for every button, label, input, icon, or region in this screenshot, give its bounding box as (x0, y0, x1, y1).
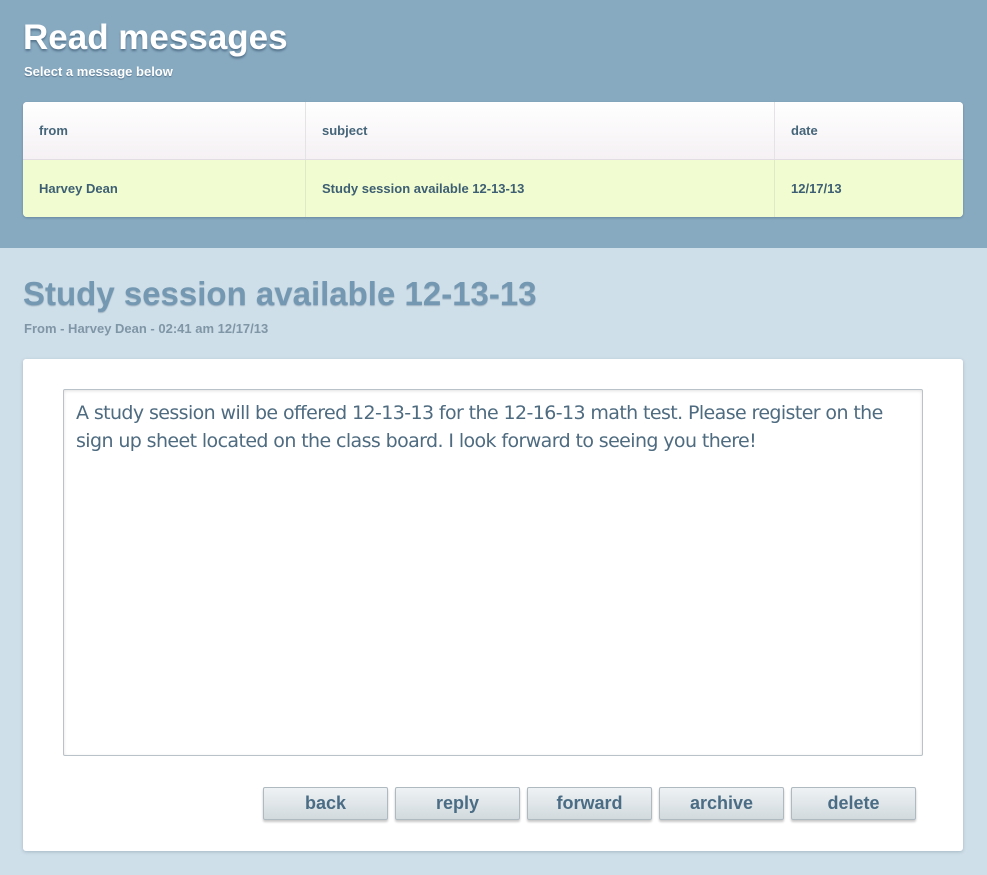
message-meta: From - Harvey Dean - 02:41 am 12/17/13 (24, 321, 269, 336)
page-subtitle: Select a message below (24, 64, 173, 79)
table-header-row: from subject date (23, 102, 963, 160)
message-panel: A study session will be offered 12-13-13… (23, 359, 963, 851)
page-title: Read messages (23, 18, 288, 57)
table-row[interactable]: Harvey Dean Study session available 12-1… (23, 160, 963, 217)
row-subject[interactable]: Study session available 12-13-13 (306, 160, 775, 217)
forward-button[interactable]: forward (527, 787, 652, 820)
action-buttons: back reply forward archive delete (263, 787, 923, 821)
message-table: from subject date Harvey Dean Study sess… (23, 102, 963, 217)
row-date[interactable]: 12/17/13 (775, 160, 963, 217)
message-body[interactable]: A study session will be offered 12-13-13… (63, 389, 923, 756)
back-button[interactable]: back (263, 787, 388, 820)
column-header-date[interactable]: date (775, 102, 963, 159)
column-header-subject[interactable]: subject (306, 102, 775, 159)
reply-button[interactable]: reply (395, 787, 520, 820)
message-title: Study session available 12-13-13 (23, 275, 537, 312)
row-from[interactable]: Harvey Dean (23, 160, 306, 217)
header-band: Read messages Select a message below fro… (0, 0, 987, 248)
column-header-from[interactable]: from (23, 102, 306, 159)
delete-button[interactable]: delete (791, 787, 916, 820)
archive-button[interactable]: archive (659, 787, 784, 820)
